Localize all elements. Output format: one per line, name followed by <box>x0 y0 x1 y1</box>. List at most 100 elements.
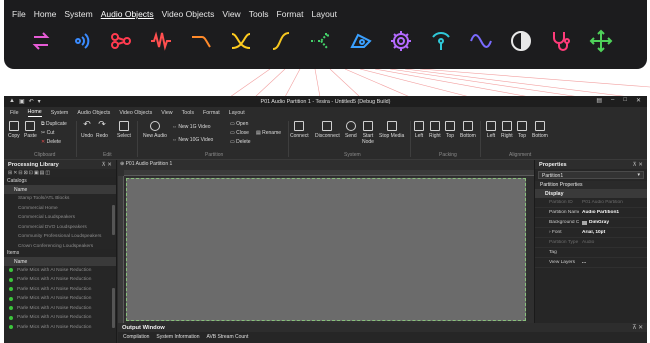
library-item[interactable]: Parle Mics with AI Noise Reduction <box>4 304 116 314</box>
properties-object-select[interactable]: Partition1 ▾ <box>538 171 644 179</box>
pack-left-button[interactable]: Left <box>414 121 424 139</box>
catalog-item[interactable]: Commercial Home <box>4 204 116 214</box>
send-button[interactable]: Send <box>345 121 357 139</box>
showcase-menu-layout[interactable]: Layout <box>311 9 337 19</box>
disconnect-button[interactable]: Disconnect <box>315 121 340 139</box>
showcase-menu-home[interactable]: Home <box>34 9 57 19</box>
align-top-button[interactable]: Top <box>517 121 527 139</box>
loudspeaker-icon[interactable] <box>341 27 381 55</box>
redo-button[interactable]: ↷ Redo <box>96 120 108 140</box>
cut-button[interactable]: ✂ Cut <box>41 130 54 136</box>
align-right-button[interactable]: Right <box>501 121 513 139</box>
items-name-header[interactable]: Name <box>4 256 116 266</box>
paste-button[interactable]: Paste <box>24 121 37 139</box>
new-1g-video-button[interactable]: ⇔ New 1G Video <box>172 124 211 130</box>
menu-tools[interactable]: Tools <box>182 109 194 117</box>
tab-compilation[interactable]: Compilation <box>123 334 149 340</box>
menu-layout[interactable]: Layout <box>229 109 245 117</box>
minimize-button[interactable]: – <box>611 97 614 104</box>
stop-media-button[interactable]: Stop Media <box>379 121 404 139</box>
new-audio-button[interactable]: New Audio <box>143 121 167 139</box>
catalogs-name-header[interactable]: Name <box>4 185 116 194</box>
copy-button[interactable]: Copy <box>8 121 20 139</box>
contrast-circle-icon[interactable] <box>501 27 541 55</box>
showcase-menu-tools[interactable]: Tools <box>249 9 269 19</box>
showcase-menu-format[interactable]: Format <box>277 9 304 19</box>
pack-bottom-button[interactable]: Bottom <box>460 121 476 139</box>
close-button[interactable]: ✕ <box>636 97 641 104</box>
signal-wave-icon[interactable] <box>61 27 101 55</box>
showcase-menu-system[interactable]: System <box>64 9 92 19</box>
catalogs-scrollbar[interactable] <box>112 205 115 235</box>
routing-arrow-icon[interactable] <box>301 27 341 55</box>
probe-icon[interactable] <box>421 27 461 55</box>
stethoscope-icon[interactable] <box>541 27 581 55</box>
close-partition-button[interactable]: ▭ Close <box>230 130 249 136</box>
items-scrollbar[interactable] <box>112 288 115 328</box>
pin-icon[interactable]: ⊼ ✕ <box>633 162 643 168</box>
select-button[interactable]: Select <box>117 121 131 139</box>
duplicate-button[interactable]: ⧉ Duplicate <box>41 121 67 127</box>
gear-icon[interactable] <box>381 27 421 55</box>
low-pass-curve-icon[interactable] <box>181 27 221 55</box>
showcase-menu-file[interactable]: File <box>12 9 26 19</box>
pack-top-button[interactable]: Top <box>445 121 455 139</box>
new-10g-video-button[interactable]: ⇔ New 10G Video <box>172 137 213 143</box>
menu-system[interactable]: System <box>51 109 69 117</box>
scissors-link-icon[interactable] <box>101 27 141 55</box>
library-item[interactable]: Parle Mics with AI Noise Reduction <box>4 313 116 323</box>
library-toolbar[interactable]: ⊞✕⊟⊠⊡▣▤◫ <box>4 169 116 177</box>
catalog-item[interactable]: Commercial DVO Loudspeakers <box>4 223 116 233</box>
delete-partition-button[interactable]: ▭ Delete <box>230 139 251 145</box>
status-dot-icon <box>9 287 13 292</box>
menu-video-objects[interactable]: Video Objects <box>119 109 152 117</box>
library-item[interactable]: Parle Mics with AI Noise Reduction <box>4 285 116 295</box>
ribbon-toggle-icon[interactable]: ▤ <box>596 97 602 104</box>
swap-arrows-icon[interactable] <box>21 27 61 55</box>
open-partition-button[interactable]: ▭ Open <box>230 121 248 127</box>
tab-avb-stream-count[interactable]: AVB Stream Count <box>206 334 248 340</box>
sine-wave-icon[interactable] <box>461 27 501 55</box>
align-bottom-button[interactable]: Bottom <box>532 121 548 139</box>
property-row-view-layers[interactable]: View Layers... <box>535 258 647 268</box>
pack-top-icon <box>445 121 455 131</box>
menu-file[interactable]: File <box>10 109 19 117</box>
pin-icon[interactable]: ⊼ ✕ <box>102 162 112 168</box>
align-left-button[interactable]: Left <box>486 121 496 139</box>
delete-button[interactable]: ✕ Delete <box>41 139 61 145</box>
catalog-item[interactable]: Community Professional Loudspeakers <box>4 232 116 242</box>
library-item[interactable]: Parle Mics with AI Noise Reduction <box>4 275 116 285</box>
menu-view[interactable]: View <box>161 109 172 117</box>
showcase-menu-video-objects[interactable]: Video Objects <box>162 9 215 19</box>
connect-button[interactable]: Connect <box>290 121 309 139</box>
crosshair-move-icon[interactable] <box>581 27 621 55</box>
partition-canvas[interactable] <box>126 178 526 321</box>
catalog-item[interactable]: Crown Conferencing Loudspeakers <box>4 242 116 248</box>
waveform-icon[interactable] <box>141 27 181 55</box>
catalog-item[interactable]: Stamp Tools/ATL Blocks <box>4 194 116 204</box>
pin-icon[interactable]: ⊼ ✕ <box>632 325 643 331</box>
maximize-button[interactable]: □ <box>623 97 627 104</box>
showcase-menu-view[interactable]: View <box>222 9 240 19</box>
property-row-partition-name[interactable]: Partition Name Audio Partition1 <box>535 208 647 218</box>
menu-format[interactable]: Format <box>203 109 220 117</box>
library-item[interactable]: Parle Mics with AI Noise Reduction <box>4 266 116 276</box>
property-row-tag[interactable]: Tag <box>535 248 647 258</box>
s-curve-icon[interactable] <box>261 27 301 55</box>
property-row-background-color[interactable]: Background Col..DimGray <box>535 218 647 228</box>
library-item[interactable]: Parle Mics with AI Noise Reduction <box>4 294 116 304</box>
pack-right-button[interactable]: Right <box>429 121 441 139</box>
property-row-font[interactable]: › Font Arial, 10pt <box>535 228 647 238</box>
library-item[interactable]: Parle Mics with AI Noise Reduction <box>4 323 116 333</box>
tab-system-information[interactable]: System Information <box>156 334 199 340</box>
rename-partition-button[interactable]: ▤ Rename <box>256 130 281 136</box>
catalog-item[interactable]: Commercial Loudspeakers <box>4 213 116 223</box>
crossover-icon[interactable] <box>221 27 261 55</box>
document-tab[interactable]: ⊕ P01 Audio Partition 1 <box>120 161 172 169</box>
undo-button[interactable]: ↶ Undo <box>81 120 93 140</box>
start-node-button[interactable]: Start Node <box>362 121 374 145</box>
showcase-menu-audio-objects[interactable]: Audio Objects <box>101 9 154 19</box>
menu-home[interactable]: Home <box>27 108 42 117</box>
menu-audio-objects[interactable]: Audio Objects <box>77 109 110 117</box>
properties-category-display[interactable]: Display <box>535 189 647 198</box>
